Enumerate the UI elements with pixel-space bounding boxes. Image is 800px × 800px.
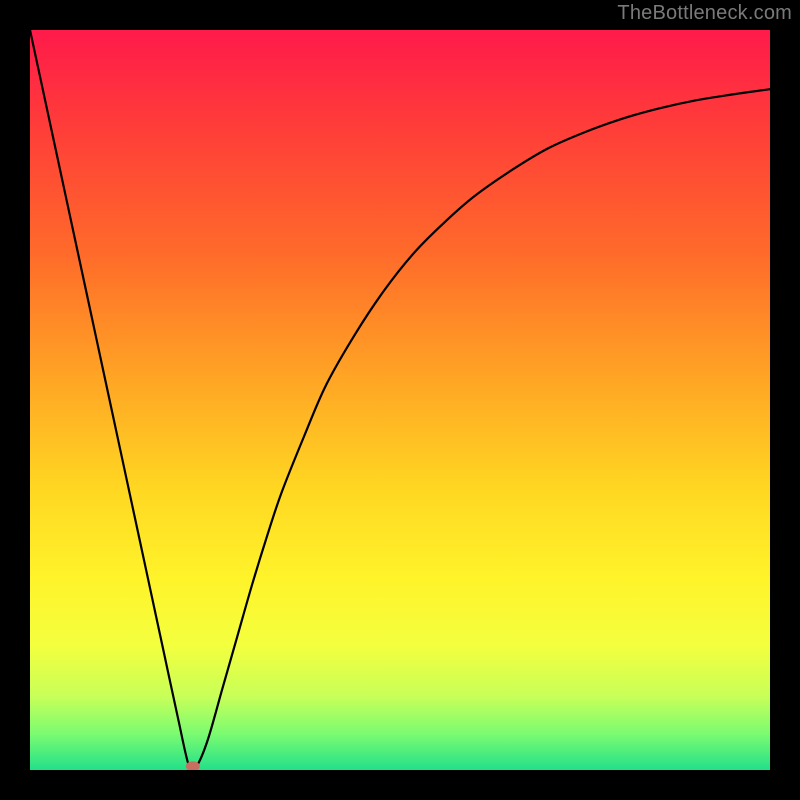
gradient-background xyxy=(30,30,770,770)
chart-frame: TheBottleneck.com xyxy=(0,0,800,800)
plot-area xyxy=(30,30,770,770)
bottleneck-chart xyxy=(30,30,770,770)
watermark-text: TheBottleneck.com xyxy=(617,2,792,25)
